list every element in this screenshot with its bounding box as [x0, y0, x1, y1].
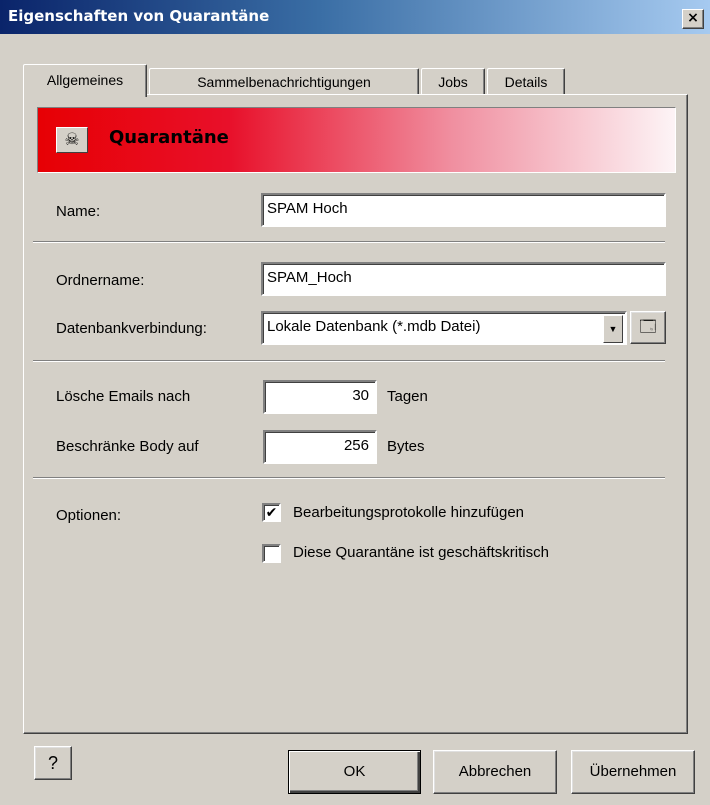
- folder-name-field[interactable]: SPAM_Hoch: [261, 262, 666, 296]
- apply-button[interactable]: Übernehmen: [571, 750, 695, 794]
- tab-panel-general: ☠ Quarantäne: [23, 94, 688, 734]
- skull-crossbones-icon: ☠: [56, 127, 88, 153]
- db-connection-label: Datenbankverbindung:: [56, 320, 207, 337]
- window-title: Eigenschaften von Quarantäne: [8, 7, 270, 25]
- delete-after-label: Lösche Emails nach: [56, 388, 191, 405]
- option-business-critical-checkbox[interactable]: [262, 544, 281, 563]
- name-field[interactable]: SPAM Hoch: [261, 193, 666, 227]
- tab-details[interactable]: Details: [487, 68, 565, 95]
- tab-sammelbenachrichtigungen[interactable]: Sammelbenachrichtigungen: [149, 68, 419, 95]
- properties-dialog: Eigenschaften von Quarantäne × Allgemein…: [0, 0, 710, 805]
- ok-button[interactable]: OK: [288, 750, 421, 794]
- cancel-button[interactable]: Abbrechen: [433, 750, 557, 794]
- banner-title: Quarantäne: [109, 127, 229, 148]
- folder-label: Ordnername:: [56, 272, 145, 289]
- name-label: Name:: [56, 203, 101, 220]
- tab-jobs[interactable]: Jobs: [421, 68, 485, 95]
- delete-unit: Tagen: [387, 388, 428, 405]
- db-connection-select[interactable]: Lokale Datenbank (*.mdb Datei) ▼: [261, 311, 627, 345]
- db-properties-button[interactable]: 🗔: [630, 311, 666, 344]
- separator: [33, 241, 665, 243]
- close-button[interactable]: ×: [682, 9, 704, 29]
- option-processing-log-label[interactable]: Bearbeitungsprotokolle hinzufügen: [293, 504, 524, 521]
- options-label: Optionen:: [56, 507, 122, 524]
- body-limit-field[interactable]: 256: [263, 430, 377, 464]
- title-bar[interactable]: Eigenschaften von Quarantäne ×: [0, 0, 710, 34]
- option-processing-log-checkbox[interactable]: ✔: [262, 503, 281, 522]
- properties-icon: 🗔: [639, 319, 657, 336]
- separator: [33, 360, 665, 362]
- help-icon: ?: [47, 753, 58, 773]
- db-connection-value: Lokale Datenbank (*.mdb Datei): [267, 318, 481, 335]
- help-button[interactable]: ?: [34, 746, 72, 780]
- separator: [33, 477, 665, 479]
- chevron-down-icon[interactable]: ▼: [603, 315, 623, 343]
- tab-allgemeines[interactable]: Allgemeines: [23, 64, 147, 97]
- option-business-critical-label[interactable]: Diese Quarantäne ist geschäftskritisch: [293, 544, 549, 561]
- body-limit-unit: Bytes: [387, 438, 425, 455]
- header-banner: ☠ Quarantäne: [37, 107, 676, 173]
- delete-days-field[interactable]: 30: [263, 380, 377, 414]
- body-limit-label: Beschränke Body auf: [56, 438, 199, 455]
